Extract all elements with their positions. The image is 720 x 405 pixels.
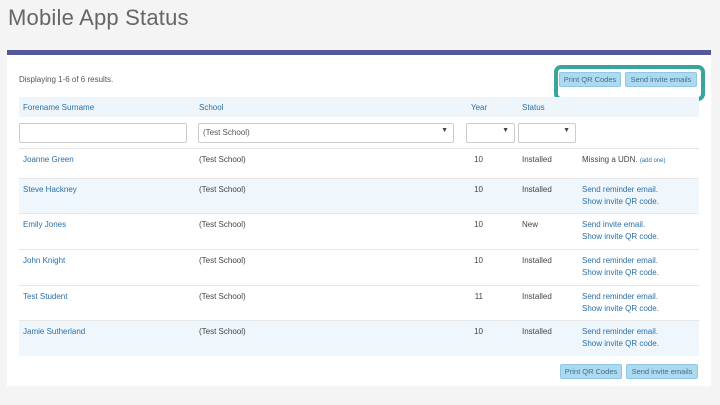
status-cell: Installed [522, 292, 552, 301]
show-invite-qr-link[interactable]: Show invite QR code. [582, 339, 659, 348]
status-cell: Installed [522, 256, 552, 265]
missing-udn-text: Missing a UDN. (add one) [582, 155, 666, 164]
year-cell: 11 [474, 292, 483, 301]
year-cell: 10 [474, 185, 483, 194]
show-invite-qr-link[interactable]: Show invite QR code. [582, 304, 659, 313]
column-header-school[interactable]: School [199, 103, 223, 112]
school-cell: (Test School) [199, 185, 246, 194]
school-cell: (Test School) [199, 292, 246, 301]
year-cell: 10 [474, 256, 483, 265]
student-name-link[interactable]: Steve Hackney [23, 185, 77, 194]
send-reminder-email-link[interactable]: Send reminder email. [582, 185, 658, 194]
school-cell: (Test School) [199, 256, 246, 265]
chevron-down-icon: ▼ [563, 127, 570, 134]
send-invite-emails-button-top[interactable]: Send invite emails [625, 72, 697, 87]
send-invite-email-link[interactable]: Send invite email. [582, 220, 645, 229]
table-row: Test Student (Test School) 11 Installed … [19, 285, 699, 321]
student-name-link[interactable]: Emily Jones [23, 220, 66, 229]
year-filter-select[interactable]: ▼ [466, 123, 515, 143]
missing-udn-label: Missing a UDN. [582, 155, 638, 164]
results-panel: Displaying 1-6 of 6 results. Print QR Co… [7, 50, 711, 386]
school-cell: (Test School) [199, 220, 246, 229]
column-header-year[interactable]: Year [471, 103, 487, 112]
table-row: Jamie Sutherland (Test School) 10 Instal… [19, 320, 699, 356]
student-name-link[interactable]: Joanne Green [23, 155, 74, 164]
column-header-name[interactable]: Forename Surname [23, 103, 94, 112]
show-invite-qr-link[interactable]: Show invite QR code. [582, 268, 659, 277]
send-reminder-email-link[interactable]: Send reminder email. [582, 327, 658, 336]
school-cell: (Test School) [199, 327, 246, 336]
page-title: Mobile App Status [8, 5, 189, 30]
column-header-status: Status [522, 103, 545, 112]
status-cell: New [522, 220, 539, 229]
student-name-link[interactable]: Jamie Sutherland [23, 327, 85, 336]
status-cell: Installed [522, 155, 552, 164]
show-invite-qr-link[interactable]: Show invite QR code. [582, 197, 659, 206]
table-row: Steve Hackney (Test School) 10 Installed… [19, 178, 699, 214]
school-filter-select[interactable]: (Test School) ▼ [198, 123, 454, 143]
name-filter-input[interactable] [19, 123, 187, 143]
results-summary: Displaying 1-6 of 6 results. [19, 75, 114, 84]
send-reminder-email-link[interactable]: Send reminder email. [582, 292, 658, 301]
print-qr-codes-button-bottom[interactable]: Print QR Codes [560, 364, 622, 379]
show-invite-qr-link[interactable]: Show invite QR code. [582, 232, 659, 241]
print-qr-codes-button-top[interactable]: Print QR Codes [559, 72, 621, 87]
student-name-link[interactable]: John Knight [23, 256, 65, 265]
student-name-link[interactable]: Test Student [23, 292, 67, 301]
status-filter-select[interactable]: ▼ [518, 123, 576, 143]
school-cell: (Test School) [199, 155, 246, 164]
year-cell: 10 [474, 327, 483, 336]
send-invite-emails-button-bottom[interactable]: Send invite emails [626, 364, 698, 379]
year-cell: 10 [474, 220, 483, 229]
send-reminder-email-link[interactable]: Send reminder email. [582, 256, 658, 265]
table-row: John Knight (Test School) 10 Installed S… [19, 249, 699, 285]
table-row: Emily Jones (Test School) 10 New Send in… [19, 213, 699, 249]
status-cell: Installed [522, 185, 552, 194]
chevron-down-icon: ▼ [441, 127, 448, 134]
chevron-down-icon: ▼ [502, 127, 509, 134]
year-cell: 10 [474, 155, 483, 164]
school-filter-value: (Test School) [203, 128, 250, 137]
table-header: Forename Surname School Year Status [19, 97, 699, 117]
add-udn-link[interactable]: (add one) [640, 158, 666, 164]
status-cell: Installed [522, 327, 552, 336]
